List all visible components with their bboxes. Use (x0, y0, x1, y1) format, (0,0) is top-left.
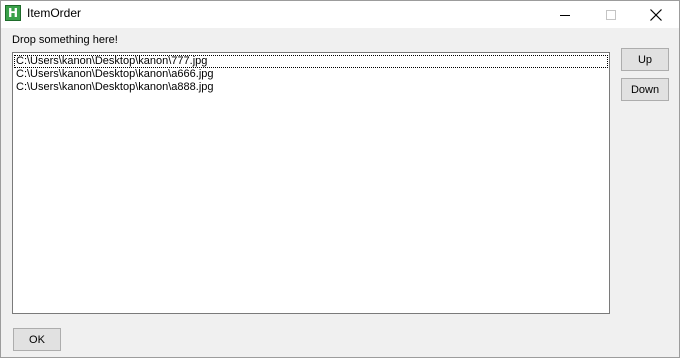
close-button[interactable] (633, 1, 679, 28)
list-item[interactable]: C:\Users\kanon\Desktop\kanon\a666.jpg (14, 68, 608, 81)
window-title: ItemOrder (27, 6, 82, 20)
up-button[interactable]: Up (621, 48, 669, 71)
down-button[interactable]: Down (621, 78, 669, 101)
drop-label: Drop something here! (12, 34, 118, 46)
main-window: H ItemOrder Drop something here! C:\User… (0, 0, 680, 358)
minimize-icon (560, 14, 570, 16)
maximize-button[interactable] (588, 1, 634, 28)
close-icon (650, 8, 662, 21)
file-listbox[interactable]: C:\Users\kanon\Desktop\kanon\777.jpg C:\… (12, 52, 610, 314)
list-item[interactable]: C:\Users\kanon\Desktop\kanon\777.jpg (14, 55, 608, 68)
minimize-button[interactable] (542, 1, 588, 28)
ok-button[interactable]: OK (13, 328, 61, 351)
list-item[interactable]: C:\Users\kanon\Desktop\kanon\a888.jpg (14, 81, 608, 94)
maximize-icon (606, 9, 616, 20)
title-bar[interactable]: H ItemOrder (1, 1, 679, 28)
app-h-icon: H (5, 5, 21, 21)
